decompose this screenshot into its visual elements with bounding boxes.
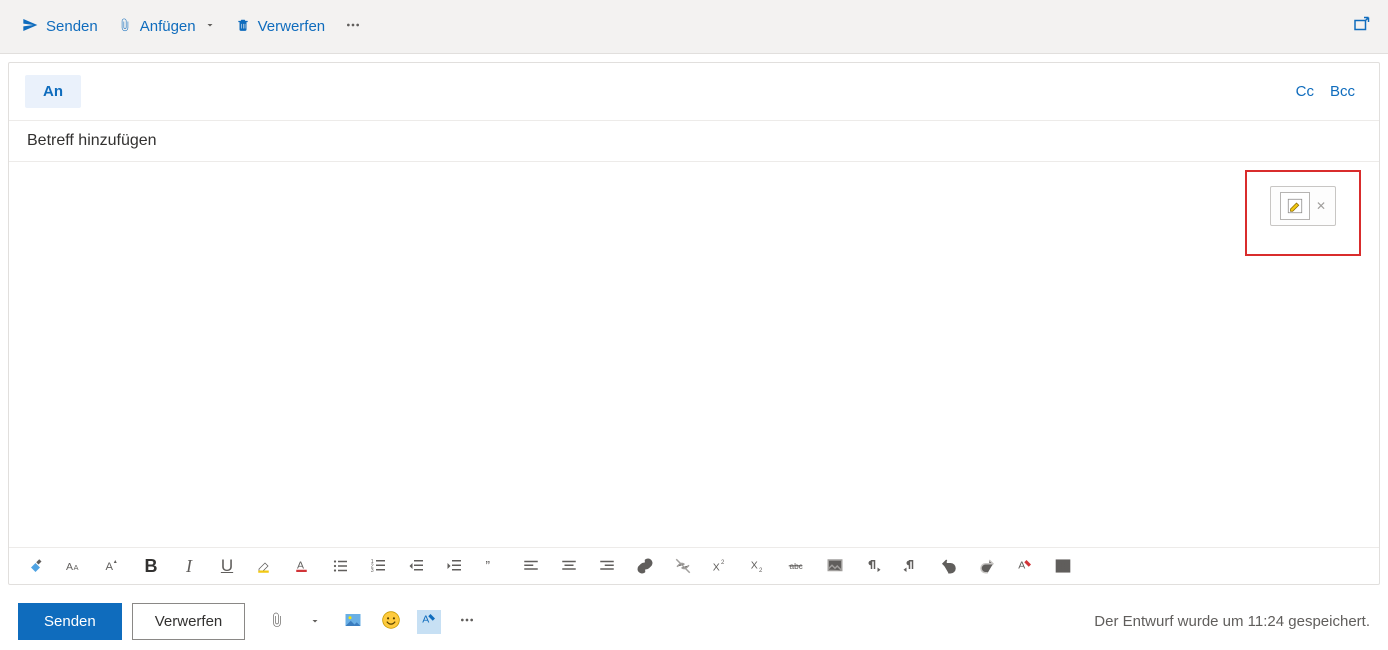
to-label: An (43, 83, 63, 100)
font-size-icon[interactable]: A▴ (103, 556, 123, 576)
svg-text:A: A (1018, 559, 1025, 571)
discard-button[interactable]: Verwerfen (132, 603, 246, 640)
undo-button[interactable] (939, 556, 959, 576)
ltr-button[interactable] (863, 556, 883, 576)
svg-text:A: A (106, 561, 114, 573)
more-top-button[interactable] (335, 11, 371, 43)
svg-text:abc: abc (790, 562, 803, 571)
chevron-down-icon (309, 614, 321, 630)
attach-dropdown-button[interactable] (303, 610, 327, 634)
font-color-button[interactable]: A (293, 556, 313, 576)
table-button[interactable] (1053, 556, 1073, 576)
to-button[interactable]: An (25, 75, 81, 108)
svg-text:X: X (751, 559, 758, 571)
more-icon (459, 612, 475, 631)
compose-note-icon (1280, 192, 1310, 220)
align-right-button[interactable] (597, 556, 617, 576)
rtl-button[interactable] (901, 556, 921, 576)
formatting-icon: A (420, 611, 438, 632)
bottom-icon-row: A (265, 610, 479, 634)
to-input[interactable] (81, 75, 1288, 108)
toggle-formatting-button[interactable]: A (417, 610, 441, 634)
format-painter-icon[interactable] (27, 556, 47, 576)
svg-text:3: 3 (371, 568, 374, 574)
discard-top-button[interactable]: Verwerfen (226, 11, 336, 43)
emoji-button[interactable] (379, 610, 403, 634)
send-top-button[interactable]: Senden (12, 11, 108, 43)
more-icon (345, 17, 361, 37)
subject-input[interactable] (25, 131, 1363, 151)
trash-icon (236, 17, 250, 37)
top-command-bar: Senden Anfügen Verwerfen (0, 0, 1388, 54)
svg-text:A: A (74, 563, 79, 572)
indent-button[interactable] (445, 556, 465, 576)
highlight-button[interactable] (255, 556, 275, 576)
send-button-label: Senden (44, 613, 96, 630)
more-bottom-button[interactable] (455, 610, 479, 634)
send-button[interactable]: Senden (18, 603, 122, 640)
svg-text:A: A (297, 559, 304, 571)
svg-text:”: ” (486, 559, 491, 574)
discard-top-label: Verwerfen (258, 18, 326, 35)
chevron-down-icon (204, 18, 216, 35)
addon-highlight-box: ✕ (1245, 170, 1361, 256)
number-list-button[interactable]: 123 (369, 556, 389, 576)
compose-panel: An Cc Bcc ✕ AA A▴ B I U A 123 ” (8, 62, 1380, 585)
draft-status-text: Der Entwurf wurde um 11:24 gespeichert. (1094, 613, 1370, 630)
body-area: ✕ (9, 162, 1379, 547)
svg-text:▴: ▴ (114, 559, 117, 565)
popout-icon (1352, 21, 1370, 37)
insert-picture-button[interactable] (341, 610, 365, 634)
cc-button[interactable]: Cc (1288, 79, 1322, 104)
align-center-button[interactable] (559, 556, 579, 576)
discard-button-label: Verwerfen (155, 613, 223, 630)
paperclip-icon (118, 17, 132, 37)
insert-image-button[interactable] (825, 556, 845, 576)
svg-text:2: 2 (759, 568, 763, 574)
formatting-toolbar: AA A▴ B I U A 123 ” X2 X2 abc A (9, 547, 1379, 584)
attach-top-button[interactable]: Anfügen (108, 11, 226, 43)
attach-bottom-button[interactable] (265, 610, 289, 634)
bold-button[interactable]: B (141, 556, 161, 576)
popout-button[interactable] (1346, 10, 1376, 43)
italic-button[interactable]: I (179, 556, 199, 576)
clear-format-button[interactable]: A (1015, 556, 1035, 576)
subscript-button[interactable]: X2 (749, 556, 769, 576)
emoji-icon (381, 610, 401, 633)
quote-button[interactable]: ” (483, 556, 503, 576)
svg-text:2: 2 (721, 560, 725, 566)
attach-top-label: Anfügen (140, 18, 196, 35)
svg-text:X: X (713, 562, 720, 574)
bottom-action-bar: Senden Verwerfen A Der Entwurf wurde um … (0, 593, 1388, 650)
picture-icon (343, 611, 363, 632)
svg-text:A: A (423, 613, 430, 625)
addon-close-icon[interactable]: ✕ (1316, 199, 1326, 213)
underline-button[interactable]: U (217, 556, 237, 576)
bcc-button[interactable]: Bcc (1322, 79, 1363, 104)
font-family-icon[interactable]: AA (65, 556, 85, 576)
send-top-label: Senden (46, 18, 98, 35)
align-left-button[interactable] (521, 556, 541, 576)
paperclip-icon (269, 611, 285, 632)
superscript-button[interactable]: X2 (711, 556, 731, 576)
subject-row (9, 121, 1379, 162)
link-button[interactable] (635, 556, 655, 576)
strikethrough-button[interactable]: abc (787, 556, 807, 576)
svg-text:A: A (66, 561, 73, 573)
unlink-button[interactable] (673, 556, 693, 576)
body-editor[interactable] (25, 176, 1363, 533)
addon-widget[interactable]: ✕ (1270, 186, 1336, 226)
recipients-row: An Cc Bcc (9, 63, 1379, 121)
bullet-list-button[interactable] (331, 556, 351, 576)
outdent-button[interactable] (407, 556, 427, 576)
redo-button[interactable] (977, 556, 997, 576)
send-icon (22, 17, 38, 37)
